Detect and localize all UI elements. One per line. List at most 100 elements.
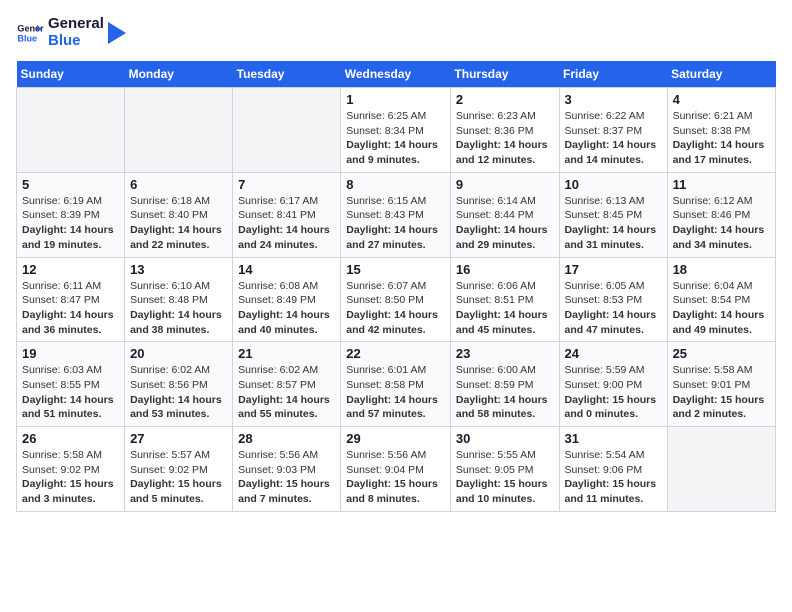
day-info: Sunrise: 6:01 AMSunset: 8:58 PMDaylight:… <box>346 363 445 422</box>
weekday-header-monday: Monday <box>125 61 233 88</box>
day-number: 28 <box>238 431 335 446</box>
day-number: 12 <box>22 262 119 277</box>
day-number: 22 <box>346 346 445 361</box>
calendar-week-row: 26 Sunrise: 5:58 AMSunset: 9:02 PMDayligh… <box>17 427 776 512</box>
logo-triangle-icon <box>108 22 126 44</box>
day-info: Sunrise: 6:02 AMSunset: 8:57 PMDaylight:… <box>238 363 335 422</box>
day-number: 26 <box>22 431 119 446</box>
day-info: Sunrise: 6:14 AMSunset: 8:44 PMDaylight:… <box>456 194 554 253</box>
day-info: Sunrise: 6:17 AMSunset: 8:41 PMDaylight:… <box>238 194 335 253</box>
calendar-cell: 29Sunrise: 5:56 AMSunset: 9:04 PMDayligh… <box>341 427 451 512</box>
calendar-cell: 15 Sunrise: 6:07 AMSunset: 8:50 PMDayligh… <box>341 257 451 342</box>
day-info: Sunrise: 6:21 AMSunset: 8:38 PMDaylight:… <box>673 109 770 168</box>
day-number: 27 <box>130 431 227 446</box>
day-number: 17 <box>565 262 662 277</box>
calendar-cell: 4 Sunrise: 6:21 AMSunset: 8:38 PMDaylight… <box>667 88 775 173</box>
day-info: Sunrise: 5:56 AMSunset: 9:03 PMDaylight:… <box>238 448 335 507</box>
weekday-header-tuesday: Tuesday <box>233 61 341 88</box>
day-number: 1 <box>346 92 445 107</box>
logo-icon: General Blue <box>16 19 44 47</box>
day-number: 23 <box>456 346 554 361</box>
logo: General Blue General Blue <box>16 16 126 49</box>
calendar-cell: 13 Sunrise: 6:10 AMSunset: 8:48 PMDayligh… <box>125 257 233 342</box>
calendar-cell: 9 Sunrise: 6:14 AMSunset: 8:44 PMDaylight… <box>450 172 559 257</box>
weekday-header-row: SundayMondayTuesdayWednesdayThursdayFrid… <box>17 61 776 88</box>
day-number: 9 <box>456 177 554 192</box>
day-info: Sunrise: 6:25 AMSunset: 8:34 PMDaylight:… <box>346 109 445 168</box>
calendar-cell: 6 Sunrise: 6:18 AMSunset: 8:40 PMDaylight… <box>125 172 233 257</box>
calendar-cell <box>233 88 341 173</box>
day-info: Sunrise: 6:13 AMSunset: 8:45 PMDaylight:… <box>565 194 662 253</box>
calendar-table: SundayMondayTuesdayWednesdayThursdayFrid… <box>16 61 776 512</box>
logo-text-general: General <box>48 16 104 33</box>
calendar-cell: 1 Sunrise: 6:25 AMSunset: 8:34 PMDaylight… <box>341 88 451 173</box>
day-number: 31 <box>565 431 662 446</box>
day-info: Sunrise: 6:04 AMSunset: 8:54 PMDaylight:… <box>673 279 770 338</box>
calendar-cell: 18 Sunrise: 6:04 AMSunset: 8:54 PMDayligh… <box>667 257 775 342</box>
day-number: 6 <box>130 177 227 192</box>
day-number: 5 <box>22 177 119 192</box>
calendar-cell: 5Sunrise: 6:19 AMSunset: 8:39 PMDaylight… <box>17 172 125 257</box>
day-info: Sunrise: 5:58 AMSunset: 9:01 PMDaylight:… <box>673 363 770 422</box>
day-number: 20 <box>130 346 227 361</box>
day-info: Sunrise: 6:07 AMSunset: 8:50 PMDaylight:… <box>346 279 445 338</box>
calendar-cell: 22 Sunrise: 6:01 AMSunset: 8:58 PMDayligh… <box>341 342 451 427</box>
day-number: 14 <box>238 262 335 277</box>
day-info: Sunrise: 6:02 AMSunset: 8:56 PMDaylight:… <box>130 363 227 422</box>
calendar-cell: 17 Sunrise: 6:05 AMSunset: 8:53 PMDayligh… <box>559 257 667 342</box>
day-number: 15 <box>346 262 445 277</box>
calendar-cell: 12 Sunrise: 6:11 AMSunset: 8:47 PMDayligh… <box>17 257 125 342</box>
calendar-cell <box>17 88 125 173</box>
day-number: 13 <box>130 262 227 277</box>
day-info: Sunrise: 6:23 AMSunset: 8:36 PMDaylight:… <box>456 109 554 168</box>
weekday-header-friday: Friday <box>559 61 667 88</box>
calendar-cell: 2Sunrise: 6:23 AMSunset: 8:36 PMDaylight… <box>450 88 559 173</box>
day-info: Sunrise: 6:10 AMSunset: 8:48 PMDaylight:… <box>130 279 227 338</box>
day-number: 21 <box>238 346 335 361</box>
day-info: Sunrise: 5:54 AMSunset: 9:06 PMDaylight:… <box>565 448 662 507</box>
day-number: 18 <box>673 262 770 277</box>
calendar-cell: 10 Sunrise: 6:13 AMSunset: 8:45 PMDayligh… <box>559 172 667 257</box>
day-info: Sunrise: 6:08 AMSunset: 8:49 PMDaylight:… <box>238 279 335 338</box>
calendar-cell: 25 Sunrise: 5:58 AMSunset: 9:01 PMDayligh… <box>667 342 775 427</box>
calendar-cell: 20 Sunrise: 6:02 AMSunset: 8:56 PMDayligh… <box>125 342 233 427</box>
calendar-week-row: 5Sunrise: 6:19 AMSunset: 8:39 PMDaylight… <box>17 172 776 257</box>
day-info: Sunrise: 6:11 AMSunset: 8:47 PMDaylight:… <box>22 279 119 338</box>
day-number: 3 <box>565 92 662 107</box>
calendar-cell: 31 Sunrise: 5:54 AMSunset: 9:06 PMDayligh… <box>559 427 667 512</box>
day-info: Sunrise: 6:18 AMSunset: 8:40 PMDaylight:… <box>130 194 227 253</box>
calendar-cell: 3Sunrise: 6:22 AMSunset: 8:37 PMDaylight… <box>559 88 667 173</box>
day-info: Sunrise: 6:00 AMSunset: 8:59 PMDaylight:… <box>456 363 554 422</box>
calendar-week-row: 19 Sunrise: 6:03 AMSunset: 8:55 PMDayligh… <box>17 342 776 427</box>
day-number: 19 <box>22 346 119 361</box>
calendar-cell <box>125 88 233 173</box>
weekday-header-saturday: Saturday <box>667 61 775 88</box>
day-info: Sunrise: 6:05 AMSunset: 8:53 PMDaylight:… <box>565 279 662 338</box>
day-number: 8 <box>346 177 445 192</box>
calendar-cell: 7Sunrise: 6:17 AMSunset: 8:41 PMDaylight… <box>233 172 341 257</box>
logo-text-blue: Blue <box>48 33 104 50</box>
weekday-header-sunday: Sunday <box>17 61 125 88</box>
day-info: Sunrise: 6:06 AMSunset: 8:51 PMDaylight:… <box>456 279 554 338</box>
calendar-cell: 16 Sunrise: 6:06 AMSunset: 8:51 PMDayligh… <box>450 257 559 342</box>
day-number: 4 <box>673 92 770 107</box>
day-number: 11 <box>673 177 770 192</box>
day-number: 16 <box>456 262 554 277</box>
calendar-cell: 11 Sunrise: 6:12 AMSunset: 8:46 PMDayligh… <box>667 172 775 257</box>
day-number: 25 <box>673 346 770 361</box>
day-info: Sunrise: 5:59 AMSunset: 9:00 PMDaylight:… <box>565 363 662 422</box>
day-number: 10 <box>565 177 662 192</box>
calendar-cell: 26 Sunrise: 5:58 AMSunset: 9:02 PMDayligh… <box>17 427 125 512</box>
calendar-cell <box>667 427 775 512</box>
day-number: 24 <box>565 346 662 361</box>
day-info: Sunrise: 6:12 AMSunset: 8:46 PMDaylight:… <box>673 194 770 253</box>
calendar-cell: 8Sunrise: 6:15 AMSunset: 8:43 PMDaylight… <box>341 172 451 257</box>
calendar-cell: 24 Sunrise: 5:59 AMSunset: 9:00 PMDayligh… <box>559 342 667 427</box>
day-info: Sunrise: 5:56 AMSunset: 9:04 PMDaylight:… <box>346 448 445 507</box>
svg-text:Blue: Blue <box>17 33 37 43</box>
calendar-cell: 14 Sunrise: 6:08 AMSunset: 8:49 PMDayligh… <box>233 257 341 342</box>
page-header: General Blue General Blue <box>16 16 776 49</box>
day-info: Sunrise: 5:58 AMSunset: 9:02 PMDaylight:… <box>22 448 119 507</box>
day-info: Sunrise: 6:03 AMSunset: 8:55 PMDaylight:… <box>22 363 119 422</box>
weekday-header-thursday: Thursday <box>450 61 559 88</box>
